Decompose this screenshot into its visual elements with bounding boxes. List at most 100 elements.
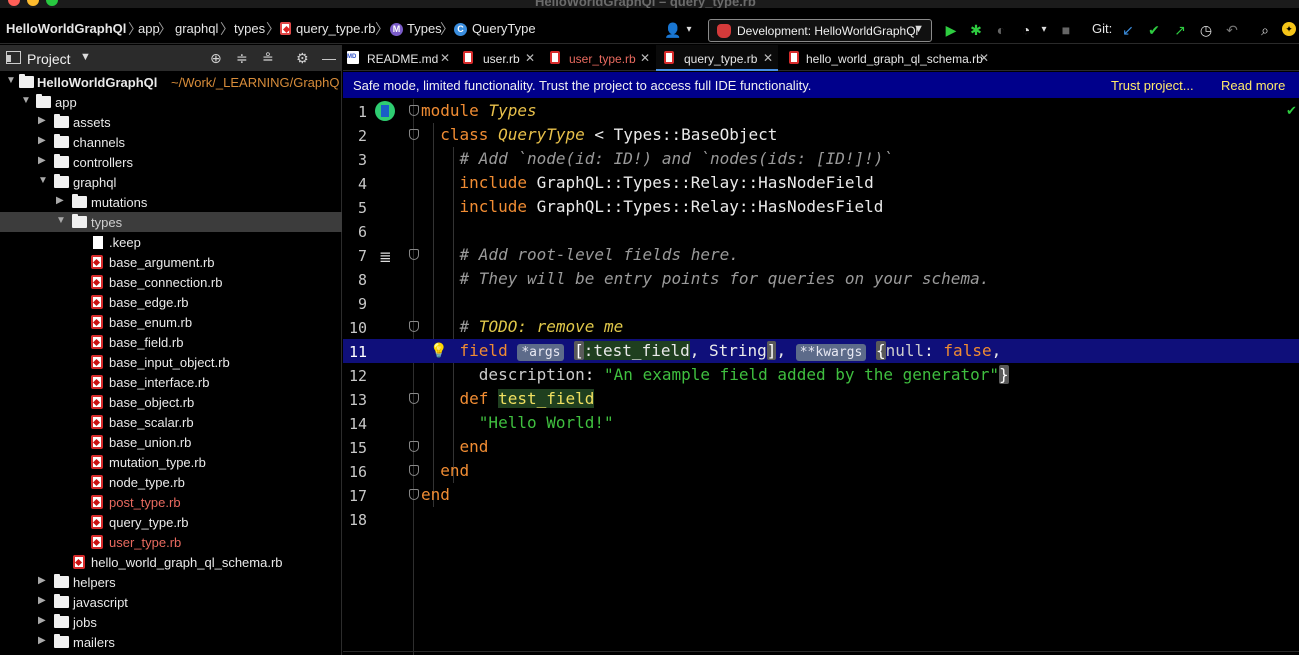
- minimize-window-button[interactable]: [27, 0, 39, 6]
- breadcrumb-app[interactable]: app: [138, 21, 160, 36]
- git-commit-icon[interactable]: ✔: [1146, 22, 1162, 38]
- tree-item-base-interface[interactable]: base_interface.rb: [0, 372, 342, 392]
- chevron-down-icon[interactable]: ▼: [21, 95, 31, 106]
- ide-updates-icon[interactable]: ✦: [1282, 22, 1296, 36]
- run-configuration-select[interactable]: Development: HelloWorldGraphQl ▼: [708, 19, 932, 42]
- git-update-icon[interactable]: ↙: [1120, 22, 1136, 38]
- close-icon[interactable]: ✕: [525, 51, 535, 65]
- tree-item-jobs[interactable]: ▶ jobs: [0, 612, 342, 632]
- debug-icon[interactable]: ✱: [968, 22, 984, 38]
- tree-item-schema[interactable]: hello_world_graph_ql_schema.rb: [0, 552, 342, 572]
- fold-icon[interactable]: [409, 393, 419, 404]
- chevron-right-icon[interactable]: ▶: [56, 195, 64, 206]
- tree-item-assets[interactable]: ▶ assets: [0, 112, 342, 132]
- code-line[interactable]: 8 # They will be entry points for querie…: [343, 267, 1299, 291]
- tree-item-app[interactable]: ▼ app: [0, 92, 342, 112]
- breadcrumb-types[interactable]: types: [234, 21, 265, 36]
- tab-user[interactable]: user.rb ✕: [459, 45, 539, 71]
- fold-icon[interactable]: [409, 105, 419, 116]
- collapse-all-icon[interactable]: ≗: [262, 50, 274, 67]
- tree-item-base-object[interactable]: base_object.rb: [0, 392, 342, 412]
- trust-project-link[interactable]: Trust project...: [1111, 78, 1194, 93]
- fold-icon[interactable]: [409, 249, 419, 260]
- structure-icon[interactable]: ≣: [379, 248, 392, 266]
- code-line[interactable]: 12 description: "An example field added …: [343, 363, 1299, 387]
- code-line[interactable]: 4 include GraphQL::Types::Relay::HasNode…: [343, 171, 1299, 195]
- tree-item-types[interactable]: ▼ types: [0, 212, 342, 232]
- code-line[interactable]: 15 end: [343, 435, 1299, 459]
- chevron-down-icon[interactable]: ▾: [1036, 22, 1052, 38]
- tab-readme[interactable]: README.md ✕: [343, 45, 453, 71]
- expand-all-icon[interactable]: ≑: [236, 50, 248, 67]
- chevron-down-icon[interactable]: ▼: [6, 75, 16, 86]
- code-line[interactable]: 10 # TODO: remove me: [343, 315, 1299, 339]
- locate-icon[interactable]: ⊕: [210, 50, 222, 67]
- code-line[interactable]: 1 module Types: [343, 99, 1299, 123]
- chevron-right-icon[interactable]: ▶: [38, 155, 46, 166]
- chevron-down-icon[interactable]: ▼: [56, 215, 66, 226]
- chevron-right-icon[interactable]: ▶: [38, 635, 46, 646]
- read-more-link[interactable]: Read more: [1221, 78, 1285, 93]
- breadcrumb-graphql[interactable]: graphql: [175, 21, 218, 36]
- breadcrumb-module[interactable]: Types: [407, 21, 442, 36]
- code-line[interactable]: 9: [343, 291, 1299, 315]
- close-icon[interactable]: ✕: [640, 51, 650, 65]
- breadcrumb-file[interactable]: query_type.rb: [296, 21, 376, 36]
- code-line[interactable]: 17 end: [343, 483, 1299, 507]
- chevron-right-icon[interactable]: ▶: [38, 135, 46, 146]
- code-line[interactable]: 16 end: [343, 459, 1299, 483]
- code-line[interactable]: 5 include GraphQL::Types::Relay::HasNode…: [343, 195, 1299, 219]
- chevron-down-icon[interactable]: ▼: [80, 51, 91, 63]
- chevron-down-icon[interactable]: ▼: [38, 175, 48, 186]
- chevron-right-icon[interactable]: ▶: [38, 115, 46, 126]
- chevron-right-icon[interactable]: ▶: [38, 595, 46, 606]
- tree-item-base-field[interactable]: base_field.rb: [0, 332, 342, 352]
- code-line[interactable]: 6: [343, 219, 1299, 243]
- tree-item-base-edge[interactable]: base_edge.rb: [0, 292, 342, 312]
- tab-user-type[interactable]: user_type.rb ✕: [546, 45, 650, 71]
- tree-item-mutation-type[interactable]: mutation_type.rb: [0, 452, 342, 472]
- tree-item-mailers[interactable]: ▶ mailers: [0, 632, 342, 652]
- tab-schema[interactable]: hello_world_graph_ql_schema.rb ✕: [785, 45, 990, 71]
- code-line[interactable]: 14 "Hello World!": [343, 411, 1299, 435]
- chevron-right-icon[interactable]: ▶: [38, 615, 46, 626]
- run-icon[interactable]: ▶: [943, 22, 959, 38]
- tree-item-base-connection[interactable]: base_connection.rb: [0, 272, 342, 292]
- fold-icon[interactable]: [409, 441, 419, 452]
- coverage-icon[interactable]: ◐: [993, 22, 1009, 38]
- chevron-right-icon[interactable]: ▶: [38, 575, 46, 586]
- code-line[interactable]: 7 ≣ # Add root-level fields here.: [343, 243, 1299, 267]
- close-icon[interactable]: ✕: [440, 51, 450, 65]
- tree-item-node-type[interactable]: node_type.rb: [0, 472, 342, 492]
- tree-item-query-type[interactable]: query_type.rb: [0, 512, 342, 532]
- gear-icon[interactable]: ⚙: [296, 50, 309, 67]
- inspection-ok-icon[interactable]: ✔: [1286, 103, 1297, 119]
- hide-icon[interactable]: —: [322, 50, 336, 66]
- fold-icon[interactable]: [409, 321, 419, 332]
- code-editor[interactable]: 1 module Types 2 class QueryType < Types…: [343, 99, 1299, 655]
- code-line[interactable]: 2 class QueryType < Types::BaseObject: [343, 123, 1299, 147]
- close-icon[interactable]: ✕: [763, 51, 773, 65]
- chevron-down-icon[interactable]: ▾: [681, 22, 697, 38]
- breadcrumb-project[interactable]: HelloWorldGraphQl: [6, 21, 126, 36]
- tree-item-base-enum[interactable]: base_enum.rb: [0, 312, 342, 332]
- tree-item-base-scalar[interactable]: base_scalar.rb: [0, 412, 342, 432]
- tree-item-base-union[interactable]: base_union.rb: [0, 432, 342, 452]
- git-push-icon[interactable]: ↗: [1172, 22, 1188, 38]
- close-icon[interactable]: ✕: [979, 51, 989, 65]
- history-icon[interactable]: ◷: [1198, 22, 1214, 38]
- rollback-icon[interactable]: ↶: [1224, 22, 1240, 38]
- close-window-button[interactable]: [8, 0, 20, 6]
- profile-icon[interactable]: ◔: [1018, 22, 1034, 38]
- tree-item-channels[interactable]: ▶ channels: [0, 132, 342, 152]
- search-icon[interactable]: ⌕: [1257, 22, 1273, 38]
- tree-item-helpers[interactable]: ▶ helpers: [0, 572, 342, 592]
- code-line[interactable]: 13 def test_field: [343, 387, 1299, 411]
- tree-item-javascript[interactable]: ▶ javascript: [0, 592, 342, 612]
- fold-icon[interactable]: [409, 489, 419, 500]
- tree-item-base-input-object[interactable]: base_input_object.rb: [0, 352, 342, 372]
- tree-item-keep[interactable]: .keep: [0, 232, 342, 252]
- zoom-window-button[interactable]: [46, 0, 58, 6]
- project-view-title[interactable]: Project: [27, 51, 71, 67]
- breadcrumb-class[interactable]: QueryType: [472, 21, 536, 36]
